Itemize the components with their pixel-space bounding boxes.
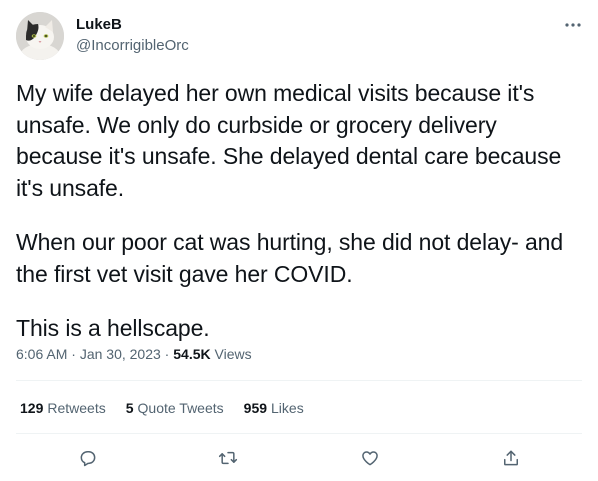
- tweet-line: the first vet visit gave her COVID.: [16, 260, 353, 287]
- quotes-label: Quote Tweets: [137, 400, 224, 416]
- views-count: 54.5K: [173, 346, 211, 362]
- retweet-icon[interactable]: [216, 446, 240, 470]
- meta-separator: ·: [160, 346, 174, 362]
- tweet-card: LukeB @IncorrigibleOrc My wife delayed h…: [0, 0, 598, 481]
- tweet-paragraph-1: My wife delayed her own medical visits b…: [16, 78, 582, 204]
- author-handle[interactable]: @IncorrigibleOrc: [76, 37, 189, 54]
- retweets-count: 129: [20, 400, 44, 416]
- divider: [16, 433, 582, 434]
- retweets-label: Retweets: [47, 400, 106, 416]
- share-icon[interactable]: [499, 446, 523, 470]
- tweet-meta: 6:06 AM · Jan 30, 2023 · 54.5K Views: [16, 346, 252, 362]
- quote-tweets-stat[interactable]: 5 Quote Tweets: [126, 400, 224, 416]
- tweet-line: it's unsafe.: [16, 174, 125, 201]
- tweet-line: This is a hellscape.: [16, 315, 210, 341]
- more-icon[interactable]: [560, 14, 586, 36]
- cat-avatar-icon: [16, 12, 64, 60]
- likes-stat[interactable]: 959 Likes: [244, 400, 304, 416]
- tweet-line: because it's unsafe. She delayed dental …: [16, 143, 562, 169]
- avatar[interactable]: [16, 12, 64, 60]
- action-bar: [16, 444, 582, 472]
- tweet-line: When our poor cat was hurting, she did n…: [16, 229, 564, 255]
- engagement-stats: 129 Retweets 5 Quote Tweets 959 Likes: [20, 400, 304, 416]
- tweet-line: My wife delayed her own medical visits b…: [16, 80, 535, 106]
- tweet-paragraph-3: This is a hellscape.: [16, 313, 582, 345]
- tweet-text: My wife delayed her own medical visits b…: [16, 78, 582, 368]
- tweet-date[interactable]: Jan 30, 2023: [80, 346, 161, 362]
- meta-separator: ·: [67, 346, 80, 362]
- likes-count: 959: [243, 400, 268, 416]
- retweets-stat[interactable]: 129 Retweets: [20, 400, 106, 416]
- views-label: Views: [210, 346, 252, 362]
- quotes-count: 5: [125, 400, 134, 416]
- divider: [16, 380, 582, 381]
- reply-icon[interactable]: [76, 446, 100, 470]
- tweet-time[interactable]: 6:06 AM: [16, 346, 67, 362]
- tweet-line: unsafe. We only do curbside or grocery d…: [16, 111, 497, 138]
- author-name[interactable]: LukeB: [76, 16, 122, 33]
- tweet-paragraph-2: When our poor cat was hurting, she did n…: [16, 227, 582, 290]
- like-icon[interactable]: [358, 446, 382, 470]
- likes-label: Likes: [271, 400, 304, 416]
